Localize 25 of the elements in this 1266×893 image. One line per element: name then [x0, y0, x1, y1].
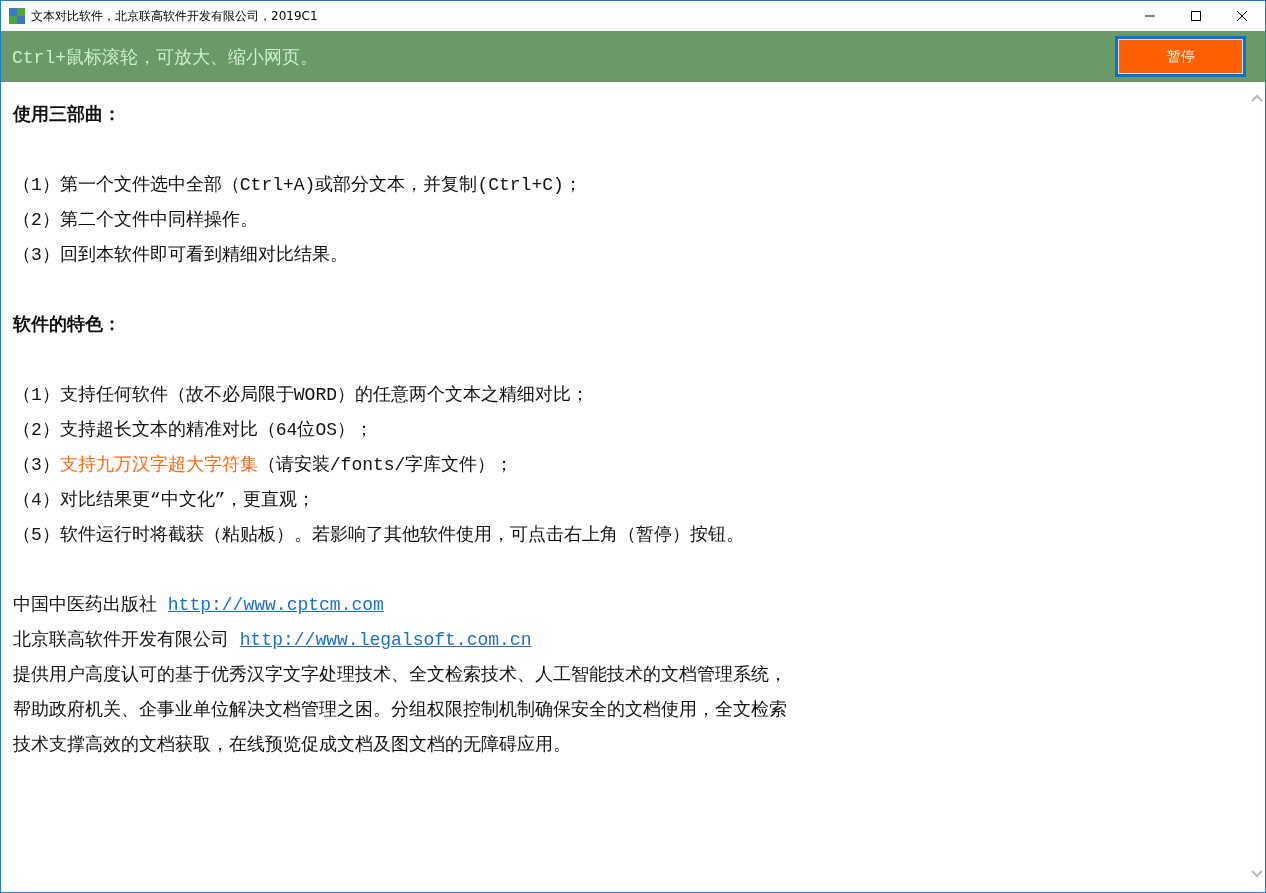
description-line: 技术支撑高效的文档获取，在线预览促成文档及图文档的无障碍应用。 [13, 734, 572, 757]
organization-name: 北京联高软件开发有限公司 [13, 630, 229, 650]
organization-name: 中国中医药出版社 [13, 595, 157, 615]
list-item: （4）对比结果更“中文化”，更直观； [13, 489, 317, 512]
window-title: 文本对比软件，北京联高软件开发有限公司，2019C1 [31, 7, 319, 25]
app-logo-icon [9, 8, 25, 24]
list-item: （3）支持九万汉字超大字符集（请安装/fonts/字库文件）； [13, 454, 515, 477]
list-item: （5）软件运行时将截获（粘贴板）。若影响了其他软件使用，可点击右上角（暂停）按钮。 [13, 524, 745, 547]
description-line: 帮助政府机关、企事业单位解决文档管理之困。分组权限控制机制确保安全的文档使用，全文检索 [13, 699, 788, 722]
list-item: （1）第一个文件选中全部（Ctrl+A)或部分文本，并复制(Ctrl+C)； [13, 174, 583, 197]
website-link[interactable]: http://www.cptcm.com [167, 595, 384, 615]
maximize-icon [1191, 11, 1201, 21]
list-item: （2）第二个文件中同样操作。 [13, 209, 259, 232]
list-item: （2）支持超长文本的精准对比（64位OS）； [13, 419, 374, 442]
scroll-down-icon[interactable] [1251, 870, 1263, 878]
section-heading: 使用三部曲： [13, 103, 122, 127]
scroll-up-icon[interactable] [1251, 94, 1263, 102]
close-icon [1237, 11, 1247, 21]
list-item: （1）支持任何软件（故不必局限于WORD）的任意两个文本之精细对比； [13, 384, 590, 407]
website-link[interactable]: http://www.legalsoft.com.cn [239, 630, 532, 650]
list-item: （3）回到本软件即可看到精细对比结果。 [13, 244, 349, 267]
description-line: 提供用户高度认可的基于优秀汉字文字处理技术、全文检索技术、人工智能技术的文档管理系统， [13, 664, 788, 687]
pause-button[interactable]: 暂停 [1115, 36, 1246, 77]
zoom-hint: Ctrl+鼠标滚轮，可放大、缩小网页。 [12, 46, 318, 69]
section-heading: 软件的特色： [13, 314, 122, 337]
